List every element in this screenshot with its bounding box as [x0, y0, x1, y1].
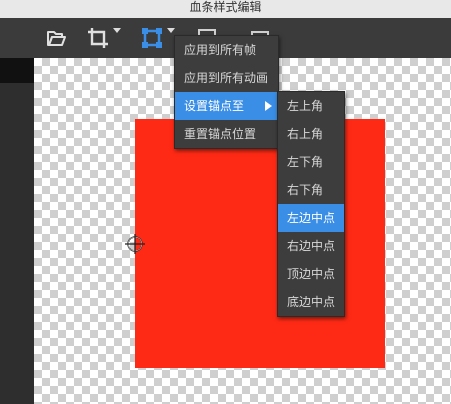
submenu-item-label: 顶边中点 — [287, 267, 336, 281]
submenu-item-top-right[interactable]: 右上角 — [278, 120, 344, 148]
submenu-item-label: 左下角 — [287, 155, 324, 169]
anchor-transform-icon[interactable] — [140, 26, 164, 50]
menu-item-label: 设置锚点至 — [184, 99, 245, 113]
submenu-item-right-middle[interactable]: 右边中点 — [278, 232, 344, 260]
left-panel — [0, 58, 34, 404]
open-folder-icon[interactable] — [44, 26, 68, 50]
menu-item-label: 应用到所有帧 — [184, 43, 257, 57]
crop-icon[interactable] — [86, 26, 110, 50]
submenu-item-label: 右边中点 — [287, 239, 336, 253]
submenu-item-left-middle[interactable]: 左边中点 — [278, 204, 344, 232]
menu-item-label: 应用到所有动画 — [184, 71, 269, 85]
window-title: 血条样式编辑 — [189, 0, 262, 14]
submenu-item-bottom-left[interactable]: 左下角 — [278, 148, 344, 176]
anchor-point-icon[interactable] — [125, 234, 145, 254]
submenu-item-bottom-right[interactable]: 右下角 — [278, 176, 344, 204]
submenu-item-bottom-middle[interactable]: 底边中点 — [278, 288, 344, 316]
submenu-item-label: 右下角 — [287, 183, 324, 197]
window-titlebar: 血条样式编辑 — [0, 0, 451, 18]
submenu-item-top-middle[interactable]: 顶边中点 — [278, 260, 344, 288]
menu-item-apply-all-animations[interactable]: 应用到所有动画 — [175, 64, 278, 92]
anchor-submenu: 左上角 右上角 左下角 右下角 左边中点 右边中点 顶边中点 底边中点 — [277, 91, 345, 317]
left-panel-header — [0, 58, 34, 83]
submenu-item-label: 底边中点 — [287, 295, 336, 309]
menu-item-apply-all-frames[interactable]: 应用到所有帧 — [175, 36, 278, 64]
submenu-item-label: 左边中点 — [287, 211, 336, 225]
menu-item-label: 重置锚点位置 — [184, 127, 257, 141]
crop-dropdown-caret[interactable] — [113, 28, 121, 33]
transform-dropdown-caret[interactable] — [167, 28, 175, 33]
menu-item-set-anchor[interactable]: 设置锚点至 — [175, 92, 278, 120]
menu-item-reset-anchor[interactable]: 重置锚点位置 — [175, 120, 278, 148]
sprite-rectangle[interactable] — [135, 119, 385, 368]
submenu-arrow-icon — [265, 101, 272, 111]
submenu-item-top-left[interactable]: 左上角 — [278, 92, 344, 120]
submenu-item-label: 右上角 — [287, 127, 324, 141]
context-menu: 应用到所有帧 应用到所有动画 设置锚点至 重置锚点位置 — [174, 35, 279, 149]
submenu-item-label: 左上角 — [287, 99, 324, 113]
